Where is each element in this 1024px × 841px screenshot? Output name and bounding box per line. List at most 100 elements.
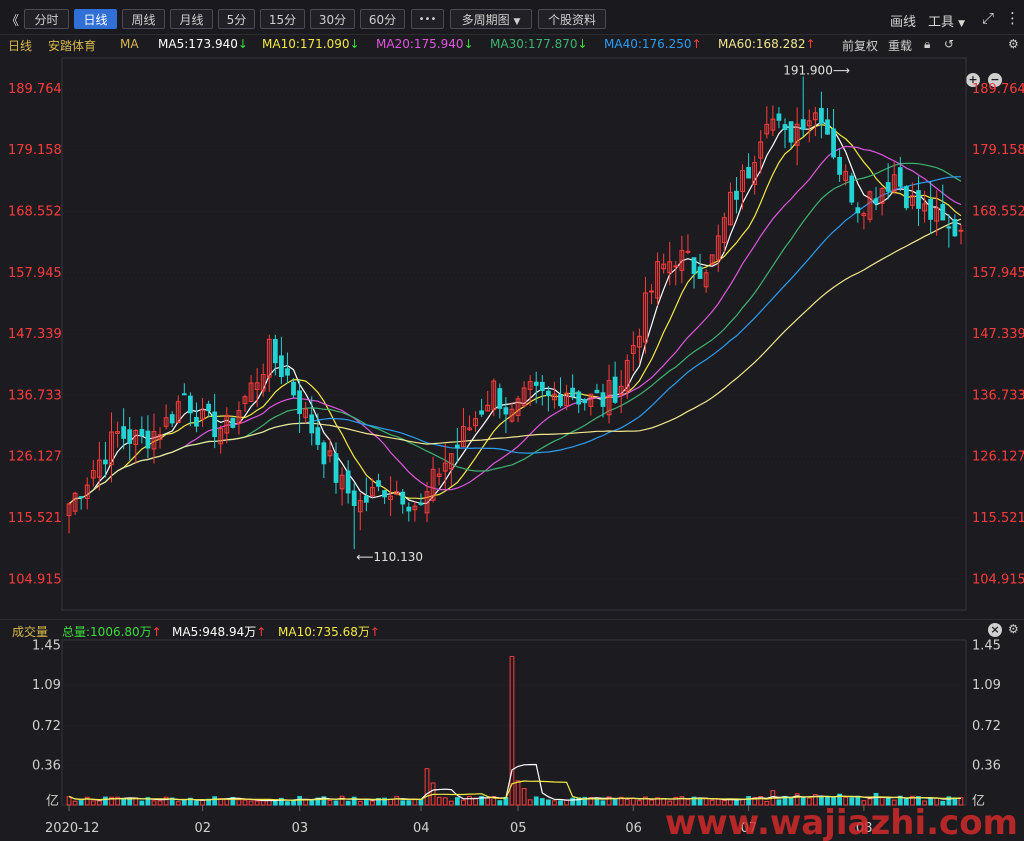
volume-bar bbox=[224, 798, 230, 806]
draw-line-button[interactable]: 画线 bbox=[890, 11, 916, 30]
volume-bar bbox=[794, 793, 800, 806]
volume-bar bbox=[734, 799, 739, 806]
more-button[interactable]: ••• bbox=[411, 9, 444, 29]
ma20-label: MA20:175.940 bbox=[376, 37, 464, 51]
ma-indicator-bar: 日线 安踏体育 MA MA5:173.940↓ MA10:171.090↓ MA… bbox=[0, 35, 1024, 87]
volume-bar bbox=[545, 799, 551, 806]
volume-bar bbox=[72, 800, 78, 806]
tab-weekly[interactable]: 周线 bbox=[122, 9, 165, 29]
ma60-value: MA60:168.282↑ bbox=[718, 37, 816, 51]
volume-bar bbox=[400, 800, 406, 806]
candle-body bbox=[746, 167, 751, 179]
tools-menu[interactable]: 工具 ▼ bbox=[928, 11, 965, 30]
volume-bar bbox=[552, 800, 557, 806]
candle-body bbox=[667, 261, 673, 274]
lock-icon[interactable]: 🔒︎ bbox=[924, 37, 930, 52]
candle-body bbox=[618, 385, 624, 395]
adjust-mode[interactable]: 前复权 bbox=[842, 37, 878, 54]
volume-bar bbox=[236, 799, 242, 806]
candle-body bbox=[491, 380, 497, 411]
close-icon[interactable]: × bbox=[988, 623, 1002, 637]
candle-body bbox=[485, 404, 491, 412]
candle-body bbox=[831, 128, 836, 158]
candle-body bbox=[545, 390, 551, 397]
candle-body bbox=[776, 113, 782, 121]
price-panel-frame bbox=[61, 57, 967, 611]
candle-body bbox=[885, 182, 891, 192]
ma-lines bbox=[68, 121, 962, 505]
volume-bar bbox=[194, 800, 199, 806]
candle-body bbox=[509, 408, 515, 422]
grid-icon[interactable]: ⋮ bbox=[1005, 9, 1020, 27]
tab-30min[interactable]: 30分 bbox=[310, 9, 355, 29]
volume-bar bbox=[564, 799, 569, 806]
fullscreen-icon[interactable]: ⤢ bbox=[982, 9, 994, 27]
candle-body bbox=[806, 120, 812, 127]
volume-bar bbox=[151, 800, 157, 806]
volume-bar bbox=[218, 798, 224, 806]
volume-bar bbox=[406, 800, 412, 806]
candle-body bbox=[612, 376, 618, 403]
candle-body bbox=[782, 124, 788, 131]
volume-bar bbox=[916, 796, 921, 806]
volume-ma10-line bbox=[68, 780, 962, 801]
multi-period-dropdown[interactable]: 多周期图 ▼ bbox=[450, 9, 532, 29]
stock-info-button[interactable]: 个股资料 bbox=[538, 9, 606, 29]
candle-body bbox=[800, 119, 806, 130]
ma30-line bbox=[68, 162, 962, 505]
volume-bar bbox=[424, 768, 430, 806]
settings-icon[interactable]: ⚙ bbox=[1008, 622, 1019, 636]
volume-bar bbox=[812, 794, 818, 806]
volume-bar bbox=[242, 799, 248, 806]
candle-body bbox=[552, 393, 557, 401]
kline-chart[interactable]: 189.764 189.764179.158 179.158168.552 168.5… bbox=[0, 0, 1024, 841]
candle-body bbox=[891, 174, 897, 192]
candle-body bbox=[351, 490, 357, 506]
settings-icon[interactable]: ⚙ bbox=[1008, 37, 1019, 51]
indicator-name[interactable]: MA bbox=[120, 37, 139, 51]
candle-body bbox=[637, 335, 642, 348]
candle-body bbox=[242, 396, 248, 405]
volume-bar bbox=[831, 796, 836, 806]
candle-body bbox=[370, 487, 375, 497]
volume-bar bbox=[339, 795, 345, 806]
candle-body bbox=[479, 410, 485, 415]
volume-bar bbox=[819, 796, 824, 806]
volume-bar bbox=[90, 800, 96, 806]
tab-monthly[interactable]: 月线 bbox=[170, 9, 213, 29]
tab-daily[interactable]: 日线 bbox=[74, 9, 117, 29]
volume-tick-right: 0.36 bbox=[972, 758, 1001, 773]
tab-60min[interactable]: 60分 bbox=[360, 9, 405, 29]
overlay-button[interactable]: 重载 bbox=[888, 37, 912, 54]
volume-bar bbox=[248, 800, 254, 806]
zoom-out-icon[interactable]: − bbox=[988, 73, 1002, 87]
candle-body bbox=[266, 338, 272, 378]
volume-title: 成交量 bbox=[12, 625, 49, 639]
candle-body bbox=[843, 171, 849, 181]
volume-unit-right: 亿 bbox=[972, 794, 985, 809]
volume-bar bbox=[618, 796, 624, 806]
price-tick-left: 168.552 bbox=[8, 204, 62, 219]
volume-bar bbox=[430, 782, 436, 806]
candle-body bbox=[254, 382, 260, 391]
zoom-in-icon[interactable]: + bbox=[966, 73, 980, 87]
candle-body bbox=[594, 389, 600, 394]
tab-fenshi[interactable]: 分时 bbox=[24, 9, 69, 29]
candle-body bbox=[406, 506, 412, 512]
ma5-value: MA5:173.940↓ bbox=[158, 37, 248, 51]
candle-body bbox=[181, 393, 187, 396]
stock-name: 安踏体育 bbox=[48, 39, 97, 53]
back-icon[interactable]: 《 bbox=[6, 10, 19, 29]
volume-ma5-label: MA5:948.94万 bbox=[172, 625, 257, 639]
period-label: 日线 bbox=[8, 39, 33, 53]
candle-body bbox=[315, 427, 321, 445]
candle-body bbox=[279, 355, 284, 377]
undo-icon[interactable]: ↺ bbox=[944, 37, 954, 51]
candle-body bbox=[442, 462, 448, 472]
tab-5min[interactable]: 5分 bbox=[218, 9, 255, 29]
price-axis: 189.764 189.764179.158 179.158168.552 168.5… bbox=[8, 82, 1024, 587]
volume-bar bbox=[770, 790, 776, 806]
candle-body bbox=[218, 428, 224, 445]
candle-body bbox=[175, 401, 181, 423]
tab-15min[interactable]: 15分 bbox=[260, 9, 305, 29]
